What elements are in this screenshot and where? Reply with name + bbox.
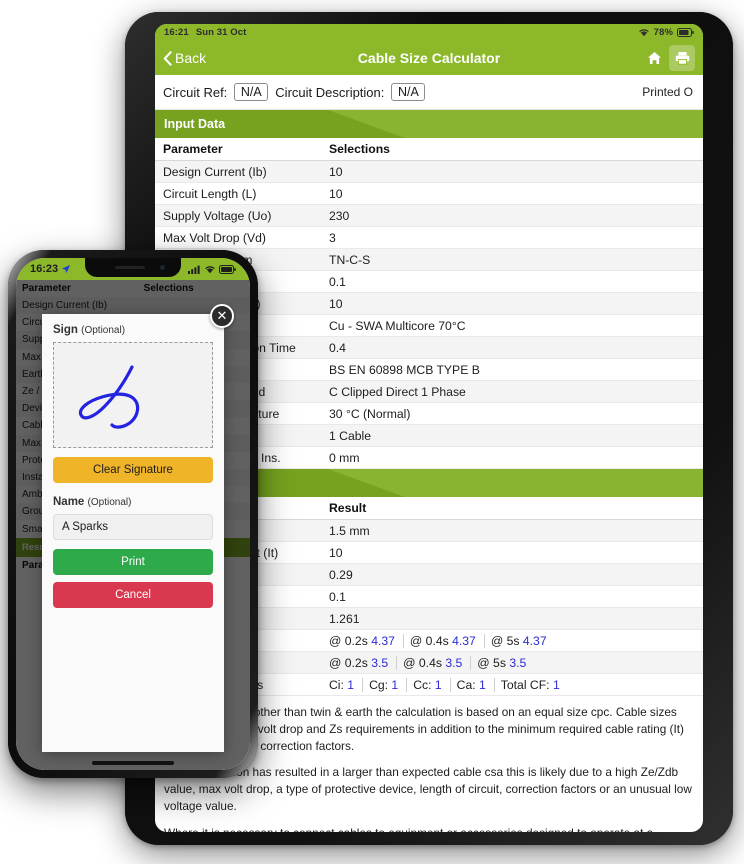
row-value: 30 °C (Normal) bbox=[321, 402, 703, 425]
phone-device: 16:23 Parameter bbox=[8, 250, 258, 778]
sign-label-text: Sign bbox=[53, 324, 78, 336]
row-value: 0.1 bbox=[321, 270, 703, 293]
result-segment: Ci: 1 bbox=[329, 677, 364, 692]
print-icon bbox=[675, 51, 690, 65]
row-value: 1 Cable bbox=[321, 424, 703, 447]
back-label: Back bbox=[175, 50, 207, 66]
result-segment: Cc: 1 bbox=[413, 677, 451, 692]
result-segment: @ 0.4s 3.5 bbox=[403, 655, 472, 670]
table-row: Max Volt Drop (Vd) 3 bbox=[155, 226, 703, 249]
signature-stroke-icon bbox=[78, 365, 140, 429]
tablet-status-bar: 16:21 Sun 31 Oct 78% bbox=[155, 24, 703, 41]
circuit-ref-label: Circuit Ref: bbox=[163, 84, 228, 100]
results-col-result: Result bbox=[321, 497, 703, 520]
row-value: TN-C-S bbox=[321, 248, 703, 271]
cancel-button[interactable]: Cancel bbox=[53, 582, 213, 608]
name-label-text: Name bbox=[53, 496, 85, 508]
row-value: 230 bbox=[321, 204, 703, 227]
row-parameter: Circuit Length (L) bbox=[155, 182, 321, 205]
wifi-icon bbox=[638, 28, 650, 37]
front-camera bbox=[160, 265, 165, 270]
print-button[interactable] bbox=[669, 45, 695, 71]
row-value: BS EN 60898 MCB TYPE B bbox=[321, 358, 703, 381]
phone-notch bbox=[85, 258, 181, 277]
phone-status-time: 16:23 bbox=[30, 263, 59, 275]
row-parameter: Design Current (Ib) bbox=[155, 160, 321, 183]
earpiece-speaker bbox=[115, 266, 145, 269]
row-value: C Clipped Direct 1 Phase bbox=[321, 380, 703, 403]
cellular-signal-icon bbox=[188, 265, 201, 274]
result-segment: @ 5s 3.5 bbox=[477, 655, 527, 670]
table-row: Supply Voltage (Uo) 230 bbox=[155, 204, 703, 227]
result-segment: @ 0.2s 3.5 bbox=[329, 655, 398, 670]
signature-pad[interactable] bbox=[53, 342, 213, 448]
sign-optional-text: (Optional) bbox=[81, 325, 126, 336]
home-indicator[interactable] bbox=[92, 761, 174, 765]
wifi-icon bbox=[204, 265, 216, 274]
row-value: 3 bbox=[321, 226, 703, 249]
row-value: 10 bbox=[321, 541, 703, 564]
row-value: Cu - SWA Multicore 70°C bbox=[321, 314, 703, 337]
row-value: 1.5 mm bbox=[321, 519, 703, 542]
home-button[interactable] bbox=[641, 45, 667, 71]
battery-icon bbox=[219, 264, 236, 274]
input-col-parameter: Parameter bbox=[155, 138, 321, 161]
clear-signature-button[interactable]: Clear Signature bbox=[53, 457, 213, 483]
row-value: 0 mm bbox=[321, 446, 703, 469]
battery-icon bbox=[677, 28, 694, 37]
table-row: Design Current (Ib) 10 bbox=[155, 160, 703, 183]
home-icon bbox=[647, 51, 662, 65]
circuit-description-field[interactable]: N/A bbox=[391, 83, 426, 101]
status-date: Sun 31 Oct bbox=[195, 27, 247, 38]
print-button[interactable]: Print bbox=[53, 549, 213, 575]
result-segment: @ 0.4s 4.37 bbox=[410, 633, 485, 648]
close-icon[interactable]: ✕ bbox=[210, 304, 234, 328]
result-segment: Total CF: 1 bbox=[500, 677, 560, 692]
row-value: 10 bbox=[321, 182, 703, 205]
sign-label: Sign (Optional) bbox=[53, 324, 213, 336]
row-value: 0.29 bbox=[321, 563, 703, 586]
note-paragraph: If the calculation has resulted in a lar… bbox=[164, 765, 692, 814]
name-label: Name (Optional) bbox=[53, 496, 213, 508]
row-parameter: Supply Voltage (Uo) bbox=[155, 204, 321, 227]
circuit-info-bar: Circuit Ref: N/A Circuit Description: N/… bbox=[155, 75, 703, 110]
name-optional-text: (Optional) bbox=[87, 497, 132, 508]
name-input[interactable] bbox=[53, 514, 213, 540]
result-segment: Ca: 1 bbox=[457, 677, 495, 692]
row-value: 0.1 bbox=[321, 585, 703, 608]
row-value: 10 bbox=[321, 160, 703, 183]
phone-status-bar: 16:23 bbox=[16, 258, 250, 280]
circuit-ref-field[interactable]: N/A bbox=[234, 83, 269, 101]
row-value: 0.4 bbox=[321, 336, 703, 359]
page-title: Cable Size Calculator bbox=[357, 50, 501, 66]
row-parameter: Max Volt Drop (Vd) bbox=[155, 226, 321, 249]
row-value: @ 0.2s 4.37 @ 0.4s 4.37 @ 5s 4.37 bbox=[321, 629, 703, 652]
row-value: 10 bbox=[321, 292, 703, 315]
status-time: 16:21 bbox=[164, 27, 189, 38]
chevron-left-icon bbox=[163, 50, 172, 66]
result-segment: @ 5s 4.37 bbox=[490, 633, 547, 648]
phone-screen: 16:23 Parameter bbox=[16, 258, 250, 770]
print-signature-sheet: ✕ Sign (Optional) Clear Signature Name (… bbox=[42, 304, 234, 752]
table-row: Circuit Length (L) 10 bbox=[155, 182, 703, 205]
row-value: 1.261 bbox=[321, 607, 703, 630]
back-button[interactable]: Back bbox=[163, 50, 206, 66]
input-col-selections: Selections bbox=[321, 138, 703, 161]
result-segment: Cg: 1 bbox=[369, 677, 408, 692]
printed-on-text: Printed O bbox=[642, 85, 693, 99]
row-value: Ci: 1 Cg: 1 Cc: 1 Ca: 1 Total CF: 1 bbox=[321, 673, 703, 696]
row-value: @ 0.2s 3.5 @ 0.4s 3.5 @ 5s 3.5 bbox=[321, 651, 703, 674]
input-data-section-header: Input Data bbox=[155, 110, 703, 138]
note-paragraph: Where it is necessary to connect cables … bbox=[164, 825, 694, 832]
tablet-nav-bar: Back Cable Size Calculator bbox=[155, 41, 703, 75]
location-arrow-icon bbox=[61, 264, 71, 274]
battery-percent: 78% bbox=[653, 27, 673, 38]
circuit-description-label: Circuit Description: bbox=[275, 84, 385, 100]
result-segment: @ 0.2s 4.37 bbox=[329, 633, 404, 648]
